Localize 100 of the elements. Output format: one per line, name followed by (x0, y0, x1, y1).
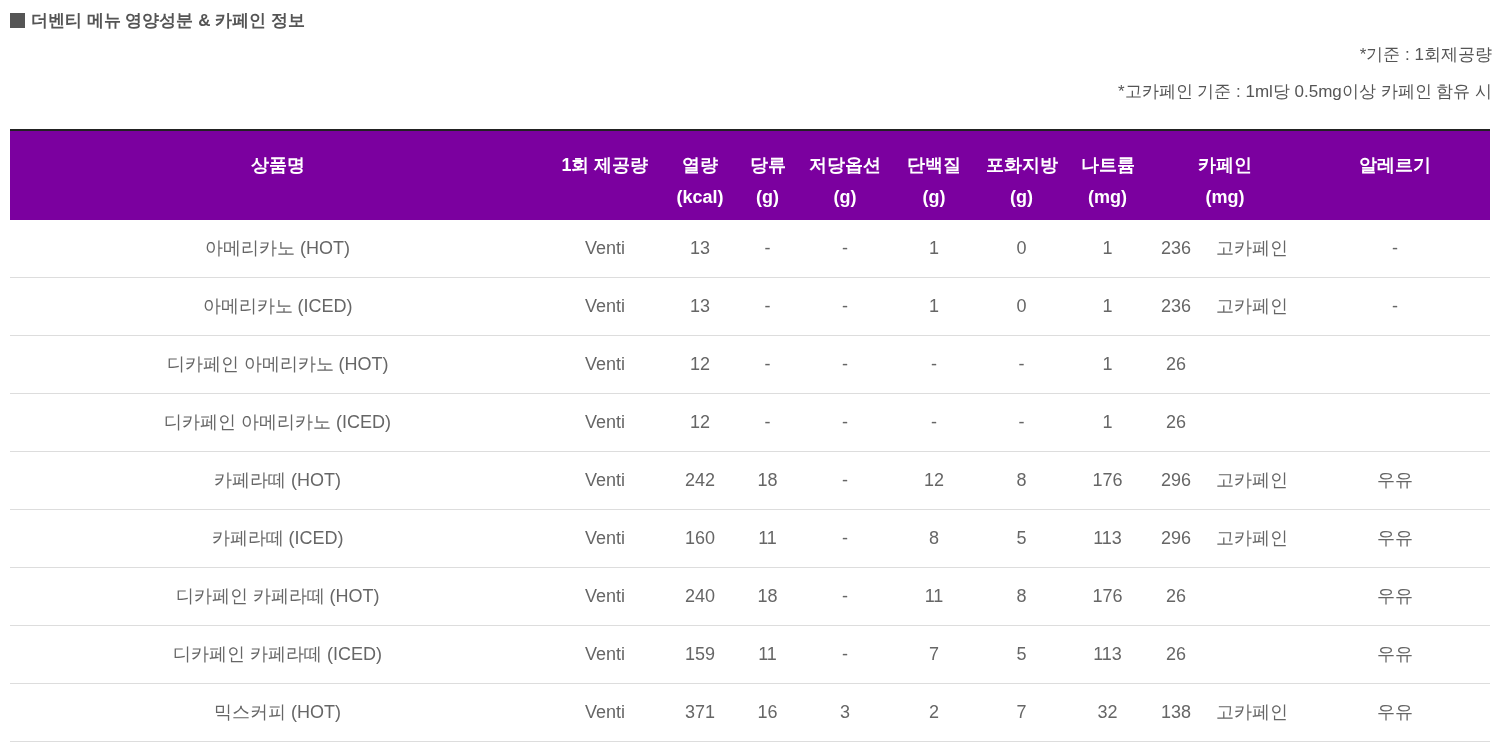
table-cell: 8 (978, 567, 1065, 626)
column-header: 열량 (kcal) (665, 129, 735, 220)
table-cell: - (800, 625, 890, 684)
table-cell: - (735, 335, 800, 394)
table-cell: - (800, 567, 890, 626)
table-cell-text: 26 (1165, 411, 1187, 434)
table-cell: 32 (1065, 683, 1150, 742)
table-cell: 12 (665, 335, 735, 394)
table-cell: 176 (1065, 451, 1150, 510)
table-cell: Venti (545, 219, 665, 278)
table-cell-text: 26 (1165, 353, 1187, 376)
table-cell: 디카페인 아메리카노 (HOT) (10, 335, 545, 394)
table-cell: - (735, 219, 800, 278)
column-header: 당류 (g) (735, 129, 800, 220)
table-cell: Venti (545, 625, 665, 684)
table-cell: 12 (890, 451, 978, 510)
table-cell: 1 (1065, 277, 1150, 336)
table-cell: 8 (890, 509, 978, 568)
table-cell: Venti (545, 567, 665, 626)
square-icon (10, 13, 25, 29)
table-cell: 242 (665, 451, 735, 510)
table-cell: 159 (665, 625, 735, 684)
table-cell: 11 (890, 567, 978, 626)
table-cell: 18 (735, 567, 800, 626)
high-caffeine-label: 고카페인 (1216, 701, 1288, 724)
table-cell: 1 (890, 219, 978, 278)
table-cell: 7 (978, 683, 1065, 742)
table-cell: 371 (665, 683, 735, 742)
high-caffeine-label: 고카페인 (1216, 469, 1288, 492)
table-cell: 0 (978, 277, 1065, 336)
table-cell: 0 (978, 219, 1065, 278)
table-cell-text: 296 (1159, 469, 1192, 492)
table-cell-text: 26 (1165, 585, 1187, 608)
table-cell: Venti (545, 509, 665, 568)
table-cell: 1 (1065, 219, 1150, 278)
high-caffeine-label: 고카페인 (1216, 236, 1288, 260)
table-cell: Venti (545, 451, 665, 510)
table-cell: 디카페인 카페라떼 (HOT) (10, 567, 545, 626)
table-cell: - (978, 335, 1065, 394)
table-cell: - (890, 393, 978, 452)
table-cell: 11 (735, 509, 800, 568)
table-cell: 우유 (1300, 567, 1490, 626)
table-cell-text: 296 (1159, 527, 1192, 550)
table-cell: 5 (978, 509, 1065, 568)
table-cell: 1 (1065, 335, 1150, 394)
table-cell: 우유 (1300, 451, 1490, 510)
table-cell: - (800, 451, 890, 510)
table-cell: - (800, 335, 890, 394)
table-cell: 13 (665, 219, 735, 278)
table-cell: 아메리카노 (HOT) (10, 219, 545, 278)
table-cell: 18 (735, 451, 800, 510)
table-cell: 우유 (1300, 683, 1490, 742)
table-cell: 우유 (1300, 509, 1490, 568)
high-caffeine-label: 고카페인 (1216, 295, 1288, 318)
table-cell: 240 (665, 567, 735, 626)
table-cell: 7 (890, 625, 978, 684)
column-header: 포화지방 (g) (978, 129, 1065, 220)
column-header: 알레르기 (1300, 129, 1490, 220)
table-cell: 카페라떼 (HOT) (10, 451, 545, 510)
column-header: 카페인 (mg) (1150, 129, 1300, 220)
table-cell: 113 (1065, 509, 1150, 568)
table-cell: 5 (978, 625, 1065, 684)
page-title: 더벤티 메뉴 영양성분 & 카페인 정보 (31, 10, 305, 32)
table-cell-text: 138 (1159, 701, 1192, 724)
column-header: 저당옵션 (g) (800, 129, 890, 220)
note-text: *기준 : 1회제공량 (1359, 43, 1492, 66)
column-header: 단백질 (g) (890, 129, 978, 220)
table-cell: 3 (800, 683, 890, 742)
table-cell: 11 (735, 625, 800, 684)
table-cell: 우유 (1300, 625, 1490, 684)
column-header: 나트륨 (mg) (1065, 129, 1150, 220)
table-cell: 카페라떼 (ICED) (10, 509, 545, 568)
table-cell: 16 (735, 683, 800, 742)
table-cell: Venti (545, 393, 665, 452)
table-cell: 디카페인 아메리카노 (ICED) (10, 393, 545, 452)
table-cell: 160 (665, 509, 735, 568)
table-cell: - (735, 393, 800, 452)
table-cell: - (978, 393, 1065, 452)
table-cell: 12 (665, 393, 735, 452)
table-cell: 2 (890, 683, 978, 742)
table-cell-text: 236 (1159, 295, 1192, 318)
table-cell: Venti (545, 335, 665, 394)
table-cell: - (890, 335, 978, 394)
note-text: *고카페인 기준 : 1ml당 0.5mg이상 카페인 함유 시 (1117, 81, 1492, 103)
table-cell: - (1300, 277, 1490, 336)
column-header: 1회 제공량 (545, 129, 665, 220)
table-cell: - (735, 277, 800, 336)
high-caffeine-label: 고카페인 (1216, 527, 1288, 550)
table-cell: 아메리카노 (ICED) (10, 277, 545, 336)
table-cell: 디카페인 카페라떼 (ICED) (10, 625, 545, 684)
table-cell: - (1300, 219, 1490, 278)
table-cell: 113 (1065, 625, 1150, 684)
table-cell: Venti (545, 683, 665, 742)
table-cell: 1 (890, 277, 978, 336)
table-cell: - (800, 393, 890, 452)
table-cell: Venti (545, 277, 665, 336)
table-cell: 13 (665, 277, 735, 336)
table-cell-text: 26 (1165, 643, 1187, 666)
table-cell-text: 236 (1159, 236, 1192, 260)
table-cell: - (800, 277, 890, 336)
